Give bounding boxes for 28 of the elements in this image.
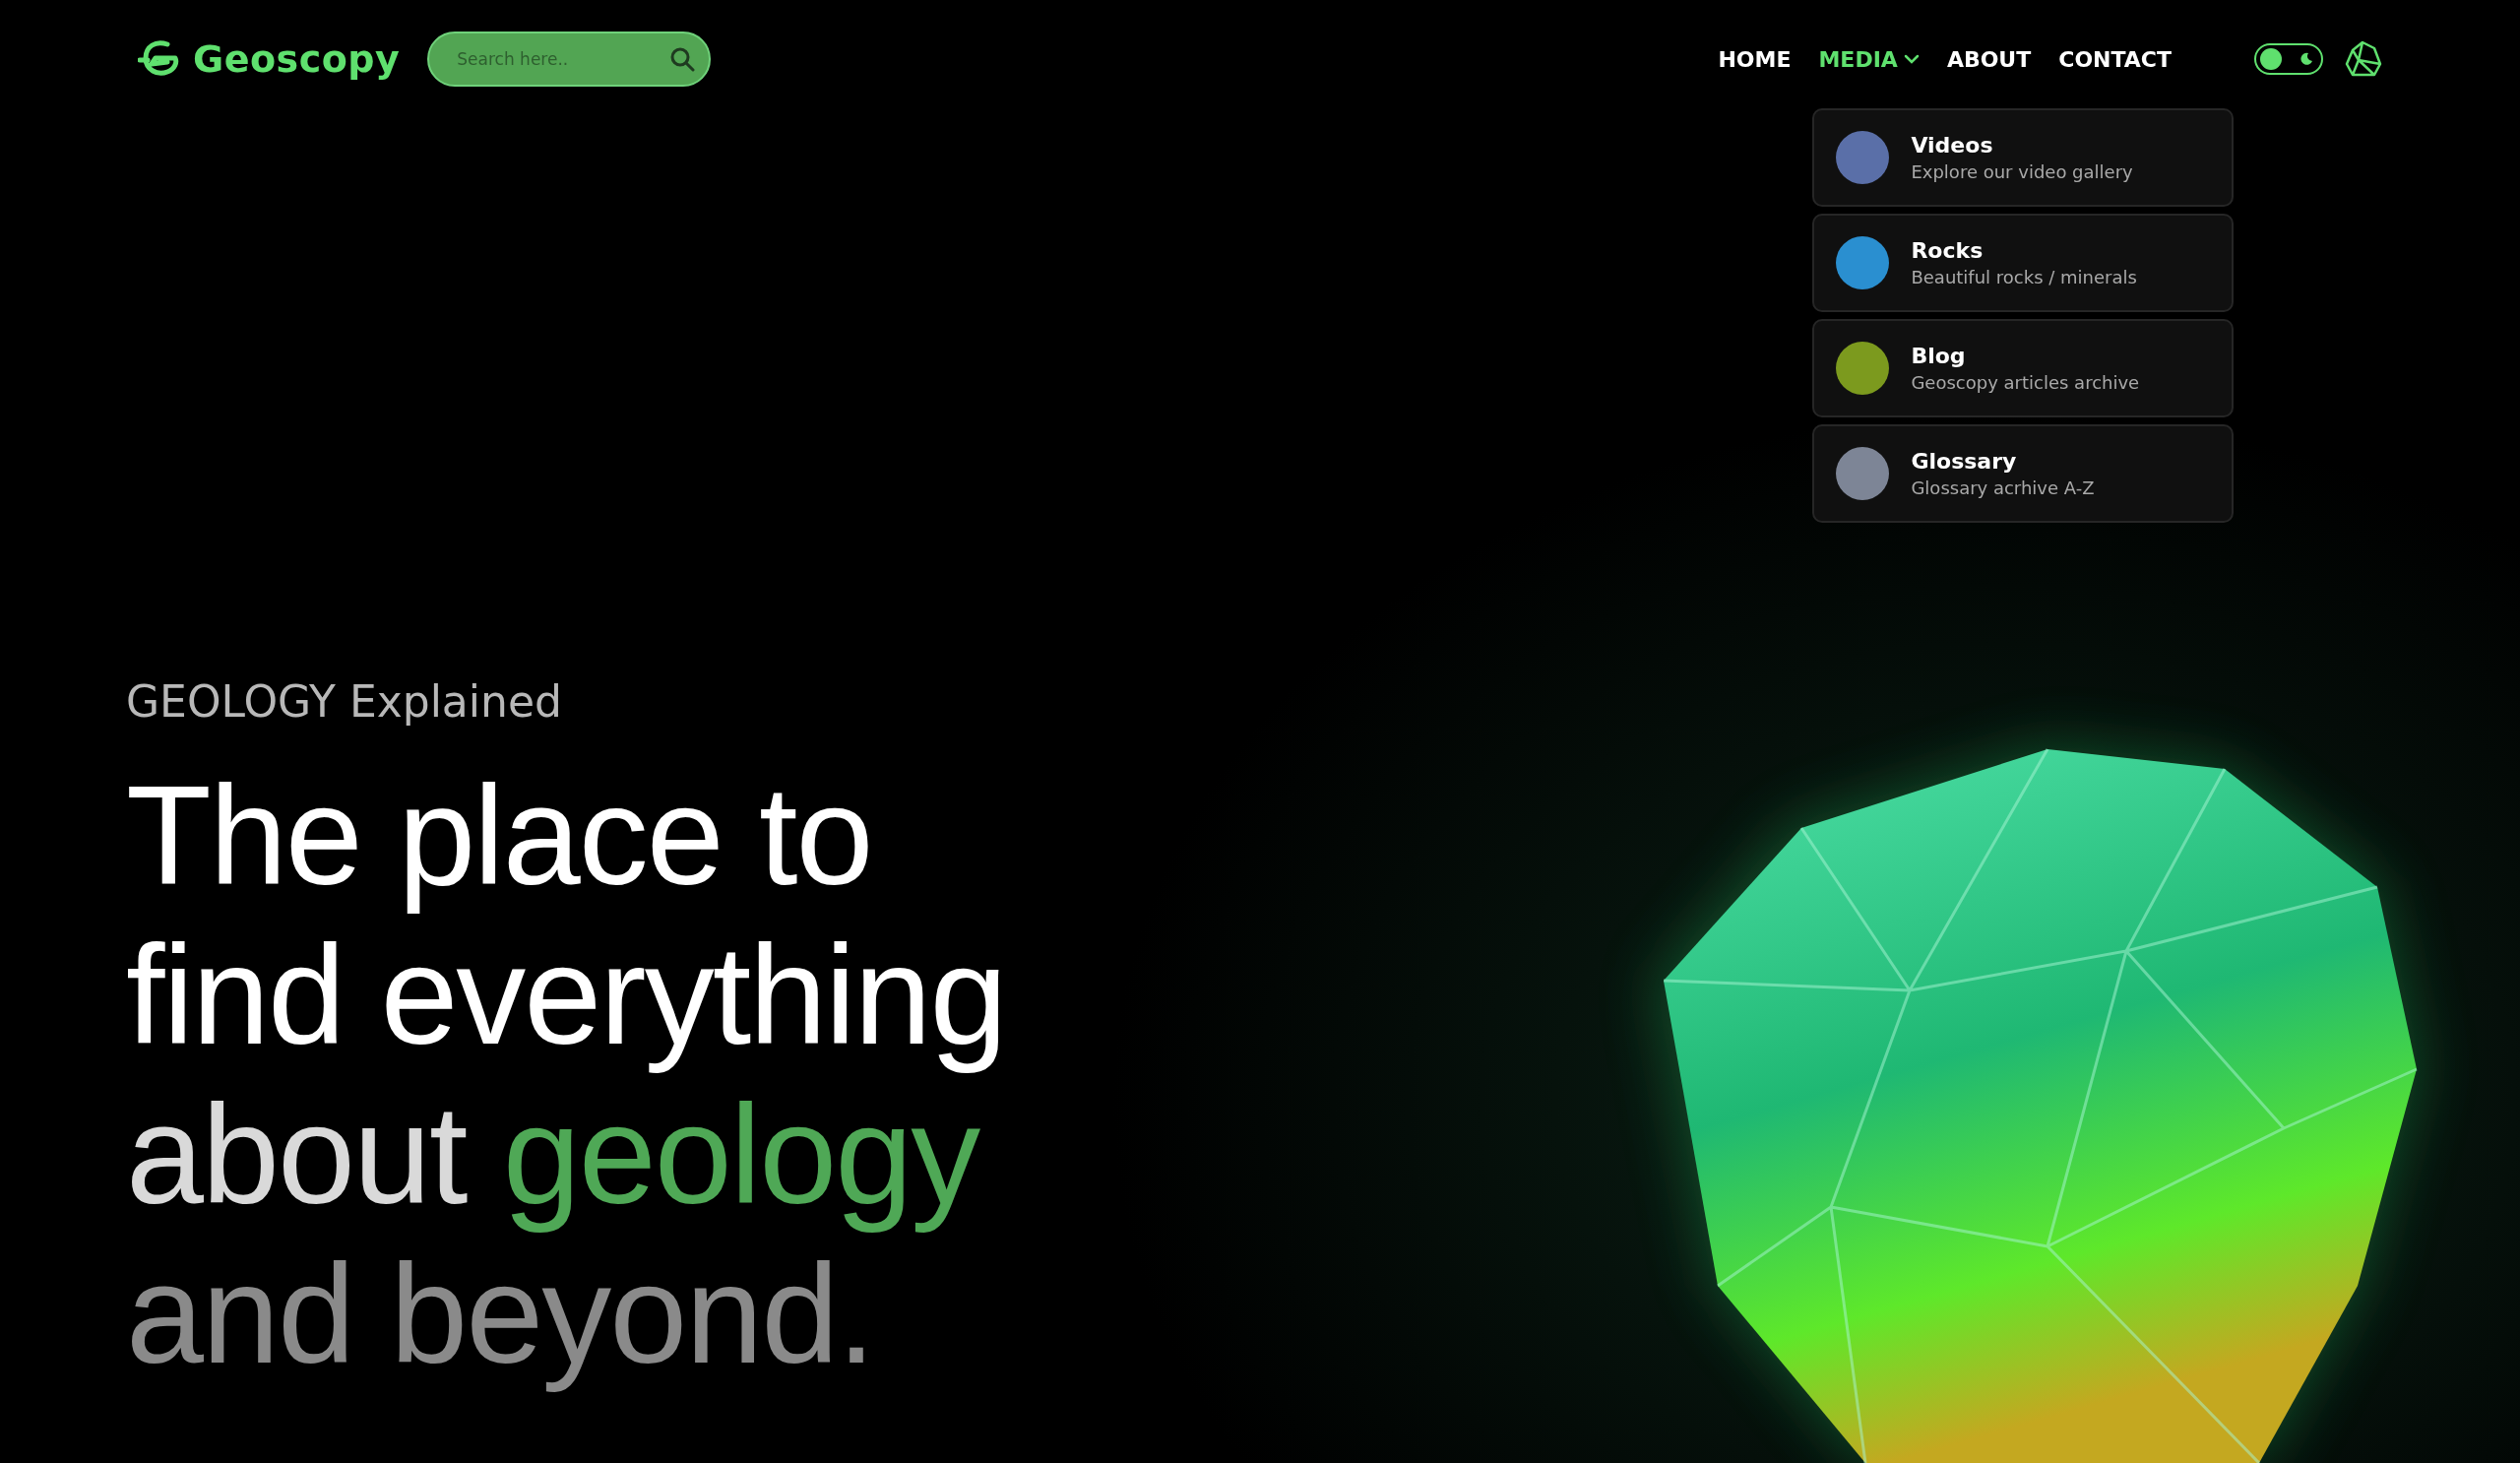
menu-item-title: Glossary: [1911, 448, 2018, 474]
hero-eyebrow: GEOLOGY Explained: [126, 676, 563, 727]
menu-item[interactable]: Videos Explore our video gallery: [1812, 107, 2235, 207]
menu-item[interactable]: Glossary Glossary acrhive A-Z: [1812, 423, 2235, 523]
hero-headline-line: and beyond.: [126, 1235, 875, 1394]
search-icon[interactable]: [669, 46, 696, 72]
theme-toggle[interactable]: [2254, 43, 2323, 75]
menu-item-subtitle: Beautiful rocks / minerals: [1911, 266, 2137, 287]
menu-item-subtitle: Explore our video gallery: [1911, 160, 2133, 182]
menu-item-subtitle: Geoscopy articles archive: [1911, 371, 2140, 393]
menu-item-title: Videos: [1911, 132, 1994, 158]
menu-item-title: Rocks: [1911, 237, 1984, 263]
nav-link[interactable]: ABOUT: [1946, 46, 2032, 72]
moon-icon: [2300, 52, 2313, 66]
menu-item-subtitle: Glossary acrhive A-Z: [1911, 477, 2095, 498]
search-field[interactable]: Search here..: [427, 32, 712, 87]
crystal-icon[interactable]: [2345, 40, 2382, 78]
nav-link[interactable]: CONTACT: [2058, 46, 2172, 72]
menu-item-title: Blog: [1911, 343, 1967, 368]
menu-item[interactable]: Rocks Beautiful rocks / minerals: [1812, 213, 2235, 312]
nav-link[interactable]: HOME: [1718, 46, 1792, 72]
hero-headline-line: The place to: [126, 756, 873, 916]
brand-name[interactable]: Geoscopy: [193, 37, 401, 81]
menu-item[interactable]: Blog Geoscopy articles archive: [1812, 318, 2235, 417]
chevron-down-icon: [1903, 54, 1920, 64]
nav-link[interactable]: MEDIA: [1818, 46, 1920, 72]
hero-headline-line: about geology: [126, 1075, 980, 1235]
hero-headline-line: find everything: [126, 916, 1006, 1075]
